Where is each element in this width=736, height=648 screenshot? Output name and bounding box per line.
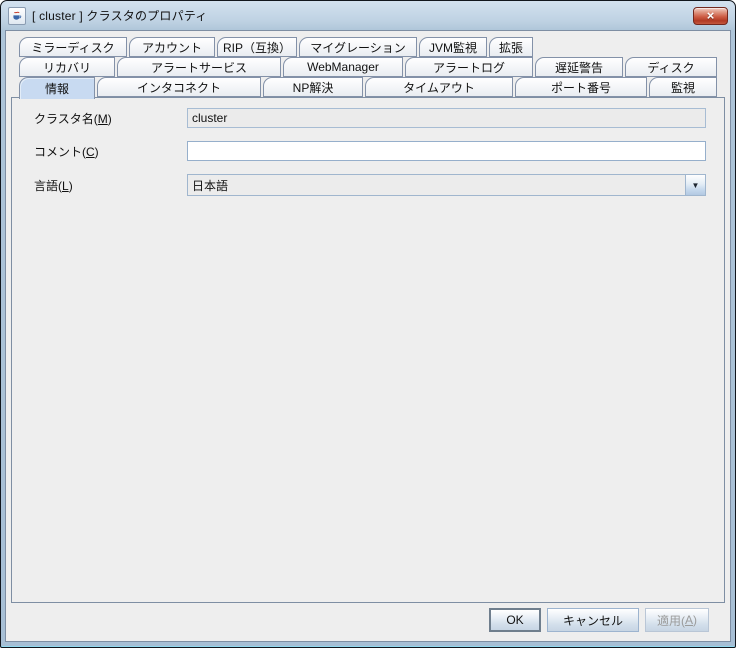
tab-alert-service[interactable]: アラートサービス <box>117 57 281 77</box>
cluster-name-field[interactable] <box>187 108 706 128</box>
tab-webmanager[interactable]: WebManager <box>283 57 403 77</box>
tab-row-2: リカバリ アラートサービス WebManager アラートログ 遅延警告 ディス… <box>19 57 725 77</box>
tab-np-resolution[interactable]: NP解決 <box>263 77 363 97</box>
tab-recovery[interactable]: リカバリ <box>19 57 115 77</box>
tab-extension[interactable]: 拡張 <box>489 37 533 57</box>
language-selected-value: 日本語 <box>188 175 685 195</box>
dialog-button-bar: OK キャンセル 適用(A) <box>11 603 725 637</box>
language-row: 言語(L) 日本語 ▼ <box>34 174 706 196</box>
cancel-button[interactable]: キャンセル <box>547 608 639 632</box>
dialog-content: ミラーディスク アカウント RIP（互換） マイグレーション JVM監視 拡張 … <box>5 30 731 642</box>
tab-jvm-monitor[interactable]: JVM監視 <box>419 37 487 57</box>
tab-interconnect[interactable]: インタコネクト <box>97 77 261 97</box>
tab-migration[interactable]: マイグレーション <box>299 37 417 57</box>
tab-info[interactable]: 情報 <box>19 77 95 99</box>
tab-alert-log[interactable]: アラートログ <box>405 57 533 77</box>
tab-row-3: 情報 インタコネクト NP解決 タイムアウト ポート番号 監視 <box>19 77 725 97</box>
info-tab-panel: クラスタ名(M) コメント(C) 言語(L) 日本語 ▼ <box>11 97 725 603</box>
chevron-down-icon[interactable]: ▼ <box>685 175 705 195</box>
tab-mirror-disk[interactable]: ミラーディスク <box>19 37 127 57</box>
tab-port-number[interactable]: ポート番号 <box>515 77 647 97</box>
close-button[interactable]: × <box>693 7 728 25</box>
tab-timeout[interactable]: タイムアウト <box>365 77 513 97</box>
window-title: [ cluster ] クラスタのプロパティ <box>32 7 687 24</box>
comment-label: コメント(C) <box>34 143 187 160</box>
comment-field[interactable] <box>187 141 706 161</box>
tab-account[interactable]: アカウント <box>129 37 215 57</box>
cluster-name-row: クラスタ名(M) <box>34 108 706 128</box>
tab-monitor[interactable]: 監視 <box>649 77 717 97</box>
java-coffee-cup-icon <box>8 7 26 25</box>
language-label: 言語(L) <box>34 177 187 194</box>
tab-rip-compat[interactable]: RIP（互換） <box>217 37 297 57</box>
comment-row: コメント(C) <box>34 141 706 161</box>
tab-disk[interactable]: ディスク <box>625 57 717 77</box>
tab-strip: ミラーディスク アカウント RIP（互換） マイグレーション JVM監視 拡張 … <box>11 37 725 97</box>
cluster-properties-dialog: [ cluster ] クラスタのプロパティ × ミラーディスク アカウント R… <box>0 0 736 648</box>
tab-row-1: ミラーディスク アカウント RIP（互換） マイグレーション JVM監視 拡張 <box>19 37 725 57</box>
ok-button[interactable]: OK <box>489 608 541 632</box>
apply-button[interactable]: 適用(A) <box>645 608 709 632</box>
cluster-name-label: クラスタ名(M) <box>34 110 187 127</box>
tab-delay-warning[interactable]: 遅延警告 <box>535 57 623 77</box>
title-bar[interactable]: [ cluster ] クラスタのプロパティ × <box>5 1 731 30</box>
language-dropdown[interactable]: 日本語 ▼ <box>187 174 706 196</box>
